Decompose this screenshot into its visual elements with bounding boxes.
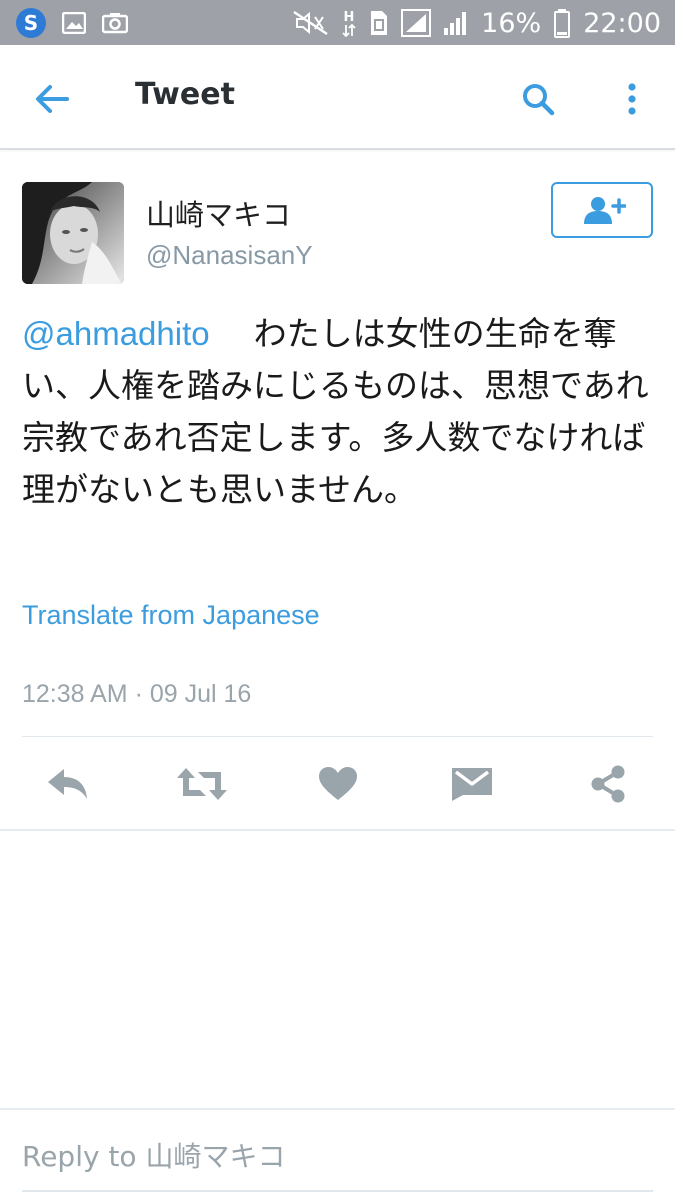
tweet-actions [0,738,675,830]
overflow-menu-button[interactable] [610,75,654,123]
follow-button[interactable] [551,182,653,238]
author-display-name[interactable]: 山崎マキコ [146,192,291,234]
battery-percent: 16% [481,7,542,39]
sim-icon [369,9,389,37]
s-app-icon: S [16,8,46,38]
divider [0,829,675,831]
direct-message-button[interactable] [444,758,500,810]
reply-icon [48,769,87,799]
search-icon [523,84,555,116]
svg-text:H: H [344,10,355,25]
search-button[interactable] [514,75,562,123]
like-icon [319,767,357,800]
share-button[interactable] [580,758,636,810]
battery-icon [553,8,571,38]
like-button[interactable] [310,758,366,810]
status-left-icons: S [16,7,128,39]
add-user-icon [584,197,626,224]
translate-link[interactable]: Translate from Japanese [22,600,320,631]
mute-icon [293,10,329,36]
camera-icon [102,12,128,34]
profile-photo [22,182,124,284]
direct-message-icon [452,768,492,801]
divider [22,736,653,737]
status-bar: S H 16% 22:00 [0,0,675,45]
status-right-icons: H 16% 22:00 [293,6,661,40]
reply-input[interactable] [22,1122,653,1190]
back-arrow-icon [36,85,69,113]
image-icon [62,12,86,34]
avatar[interactable] [22,182,124,284]
signal-icon-2 [443,10,469,36]
author-handle[interactable]: @NanasisanY [146,240,313,271]
page-title: Tweet [135,77,235,112]
signal-icon [401,9,432,37]
reply-bar [0,1110,675,1200]
reply-button[interactable] [40,758,96,810]
tweet-timestamp: 12:38 AM · 09 Jul 16 [22,680,252,708]
mention-link[interactable]: @ahmadhito [22,315,210,352]
tweet-text: @ahmadhito わたしは女性の生命を奪い、人権を踏みにじるものは、思想であれ… [22,308,656,516]
retweet-button[interactable] [174,758,230,810]
retweet-icon [177,768,227,800]
share-icon [591,765,625,803]
reply-input-underline [22,1190,653,1192]
back-button[interactable] [28,75,76,123]
h-data-icon: H [341,8,357,38]
clock-time: 22:00 [583,7,661,39]
more-vertical-icon [628,83,636,115]
top-toolbar: Tweet [0,45,675,150]
